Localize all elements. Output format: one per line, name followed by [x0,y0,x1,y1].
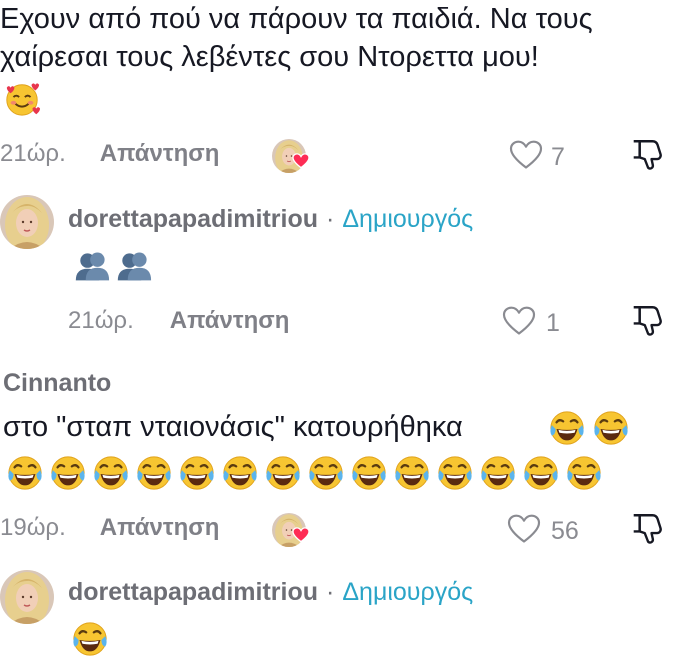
emoji-row [4,454,605,492]
like-heart-icon[interactable] [509,140,543,175]
face-with-tears-of-joy-icon [563,454,605,492]
comment-2-header: dorettapapadimitriou · Δημιουργός [68,205,473,234]
creator-badge: Δημιουργός [342,578,474,606]
comment-3-meta: 19ώρ. Απάντηση [0,508,219,548]
face-with-tears-of-joy-icon [548,409,586,452]
face-with-tears-of-joy-icon [305,454,347,492]
comment-2-meta: 21ώρ. Απάντηση [68,301,289,341]
face-with-tears-of-joy-icon [348,454,390,492]
username[interactable]: dorettapapadimitriou [68,205,318,234]
face-with-tears-of-joy-icon [520,454,562,492]
dislike-icon[interactable] [632,510,666,551]
face-with-tears-of-joy-icon [4,454,46,492]
separator: · [326,578,335,606]
avatar[interactable] [0,570,54,624]
comment-4-header: dorettapapadimitriou · Δημιουργός [68,578,473,607]
face-with-tears-of-joy-icon [70,620,110,663]
reply-button[interactable]: Απάντηση [170,307,290,335]
face-with-tears-of-joy-icon [477,454,519,492]
face-with-tears-of-joy-icon [434,454,476,492]
comment-3-text: στο "σταπ νταιονάσις" κατουρήθηκα [3,411,463,443]
comment-time: 19ώρ. [0,514,66,541]
face-with-tears-of-joy-icon [47,454,89,492]
like-count: 1 [546,309,560,337]
liked-heart-icon [292,153,310,174]
reply-button[interactable]: Απάντηση [100,514,220,542]
face-with-tears-of-joy-icon [176,454,218,492]
face-with-tears-of-joy-icon [90,454,132,492]
face-with-tears-of-joy-icon [391,454,433,492]
face-with-tears-of-joy-icon [133,454,175,492]
avatar[interactable] [0,195,54,249]
liked-heart-icon [292,527,310,548]
busts-in-silhouette-icon [72,248,112,289]
comment-1-text-line1: Εχουν από πού να πάρουν τα παιδιά. Να το… [0,3,593,35]
face-with-tears-of-joy-icon [262,454,304,492]
like-heart-icon[interactable] [502,306,536,341]
face-with-tears-of-joy-icon [219,454,261,492]
smiling-face-with-hearts-icon [3,80,41,123]
comment-1-meta: 21ώρ. Απάντηση [0,134,219,174]
creator-badge: Δημιουργός [342,205,474,233]
comment-time: 21ώρ. [68,307,134,334]
like-count: 7 [551,143,565,171]
busts-in-silhouette-icon [114,248,154,289]
dislike-icon[interactable] [632,136,666,177]
comment-1-text-line2: χαίρεσαι τους λεβέντες σου Ντορεττα μου! [0,41,539,73]
like-heart-icon[interactable] [507,514,541,549]
username[interactable]: Cinnanto [3,369,111,398]
face-with-tears-of-joy-icon [592,409,630,452]
reply-button[interactable]: Απάντηση [100,140,220,168]
username[interactable]: dorettapapadimitriou [68,578,318,607]
like-count: 56 [551,517,579,545]
comment-time: 21ώρ. [0,140,66,167]
dislike-icon[interactable] [632,302,666,343]
separator: · [326,205,335,233]
